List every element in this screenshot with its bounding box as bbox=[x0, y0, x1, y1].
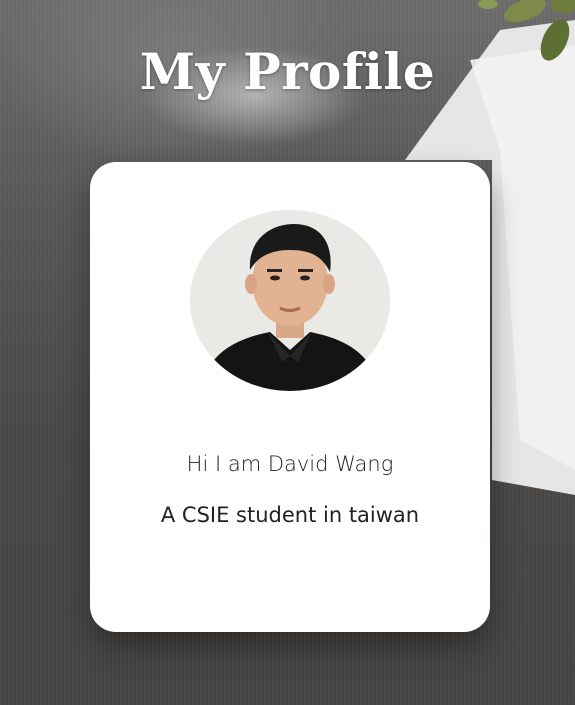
avatar bbox=[190, 210, 390, 391]
profile-photo-icon bbox=[190, 210, 390, 391]
profile-card: Hi I am David Wang A CSIE student in tai… bbox=[90, 162, 490, 632]
profile-greeting: Hi I am David Wang bbox=[186, 452, 394, 476]
profile-description: A CSIE student in taiwan bbox=[160, 503, 420, 527]
page-title: My Profile bbox=[139, 42, 436, 101]
